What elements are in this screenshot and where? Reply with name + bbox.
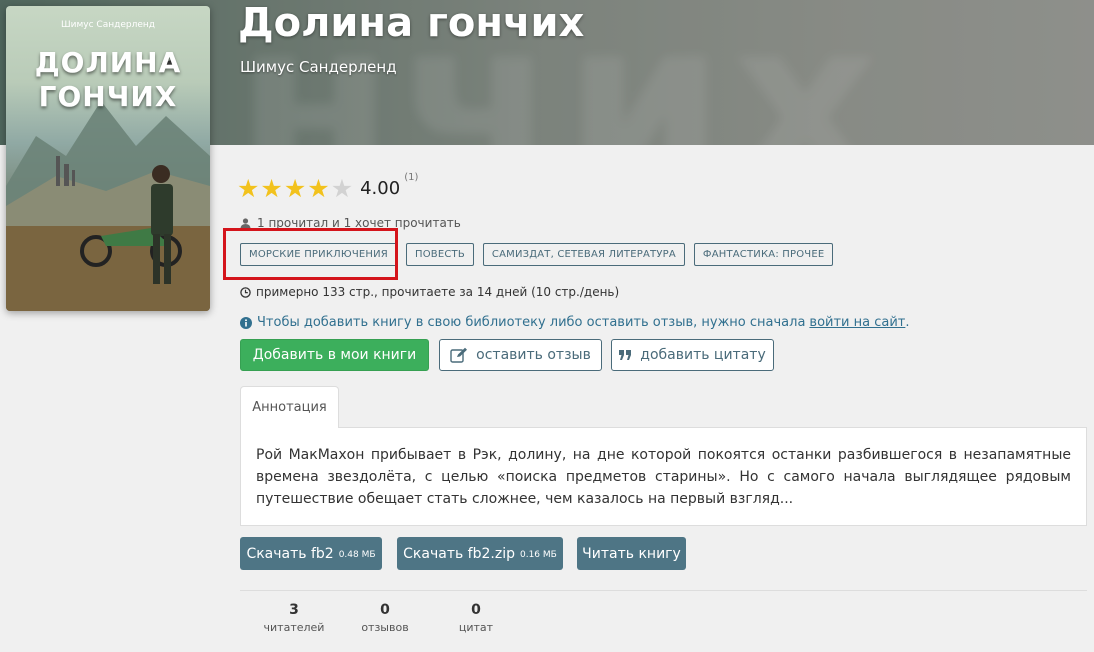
- stat-reviews-num: 0: [380, 602, 390, 618]
- rating-count: (1): [404, 172, 419, 183]
- star-empty-icon[interactable]: ★: [331, 176, 353, 201]
- stats-divider: [240, 590, 1087, 591]
- add-button-label: Добавить в мои книги: [252, 347, 417, 363]
- edit-icon: [450, 347, 468, 363]
- cover-author: Шимус Сандерленд: [61, 20, 155, 30]
- stat-reviews[interactable]: 0 отзывов: [340, 602, 430, 634]
- clock-icon: [240, 286, 251, 298]
- tab-annotation[interactable]: Аннотация: [240, 386, 339, 428]
- rating-value: 4.00: [360, 178, 401, 199]
- star-icon[interactable]: ★: [307, 176, 329, 201]
- review-button-label: оставить отзыв: [476, 347, 591, 363]
- book-author[interactable]: Шимус Сандерленд: [240, 58, 397, 76]
- leave-review-button[interactable]: оставить отзыв: [439, 339, 602, 371]
- stat-readers[interactable]: 3 читателей: [249, 602, 339, 634]
- cover-title: ДОЛИНА ГОНЧИХ: [6, 46, 210, 114]
- tag-fantasy-other[interactable]: ФАНТАСТИКА: ПРОЧЕЕ: [693, 243, 834, 266]
- quote-icon: [619, 349, 632, 360]
- star-icon[interactable]: ★: [237, 176, 259, 201]
- cover-title-line1: ДОЛИНА: [34, 46, 182, 79]
- star-icon[interactable]: ★: [284, 176, 306, 201]
- cover-title-line2: ГОНЧИХ: [38, 80, 178, 113]
- book-title: Долина гончих: [238, 0, 585, 46]
- zip-label: Скачать fb2.zip: [403, 545, 515, 562]
- stat-quotes-num: 0: [471, 602, 481, 618]
- stat-quotes[interactable]: 0 цитат: [431, 602, 521, 634]
- login-notice: Чтобы добавить книгу в свою библиотеку л…: [240, 315, 910, 330]
- login-link[interactable]: войти на сайт: [809, 315, 905, 330]
- download-fb2-button[interactable]: Скачать fb2 0.48 МБ: [240, 537, 382, 570]
- fb2-label: Скачать fb2: [246, 545, 334, 562]
- tag-samizdat[interactable]: САМИЗДАТ, СЕТЕВАЯ ЛИТЕРАТУРА: [482, 243, 685, 266]
- stat-readers-num: 3: [289, 602, 299, 618]
- add-quote-button[interactable]: добавить цитату: [611, 339, 774, 371]
- stat-reviews-label: отзывов: [361, 621, 409, 634]
- user-icon: [240, 217, 251, 229]
- download-fb2zip-button[interactable]: Скачать fb2.zip 0.16 МБ: [397, 537, 563, 570]
- pages-text: примерно 133 стр., прочитаете за 14 дней…: [256, 285, 620, 299]
- zip-size: 0.16 МБ: [519, 549, 557, 560]
- pages-info: примерно 133 стр., прочитаете за 14 дней…: [240, 285, 619, 299]
- quote-button-label: добавить цитату: [640, 347, 766, 363]
- star-icon[interactable]: ★: [260, 176, 282, 201]
- rating: ★ ★ ★ ★ ★ 4.00 (1): [237, 172, 418, 201]
- fb2-size: 0.48 МБ: [338, 549, 376, 560]
- read-book-button[interactable]: Читать книгу: [577, 537, 686, 570]
- stat-quotes-label: цитат: [458, 621, 494, 634]
- notice-end: .: [905, 315, 910, 330]
- add-to-my-books-button[interactable]: Добавить в мои книги: [240, 339, 429, 371]
- tag-novella[interactable]: ПОВЕСТЬ: [405, 243, 474, 266]
- read-label: Читать книгу: [582, 545, 681, 562]
- stat-readers-label: читателей: [263, 621, 325, 634]
- book-cover[interactable]: Шимус Сандерленд ДОЛИНА ГОНЧИХ: [6, 6, 210, 311]
- info-icon: [240, 316, 252, 329]
- highlight-box: [223, 228, 398, 280]
- notice-text: Чтобы добавить книгу в свою библиотеку л…: [257, 315, 806, 330]
- annotation-text: Рой МакМахон прибывает в Рэк, долину, на…: [240, 427, 1087, 526]
